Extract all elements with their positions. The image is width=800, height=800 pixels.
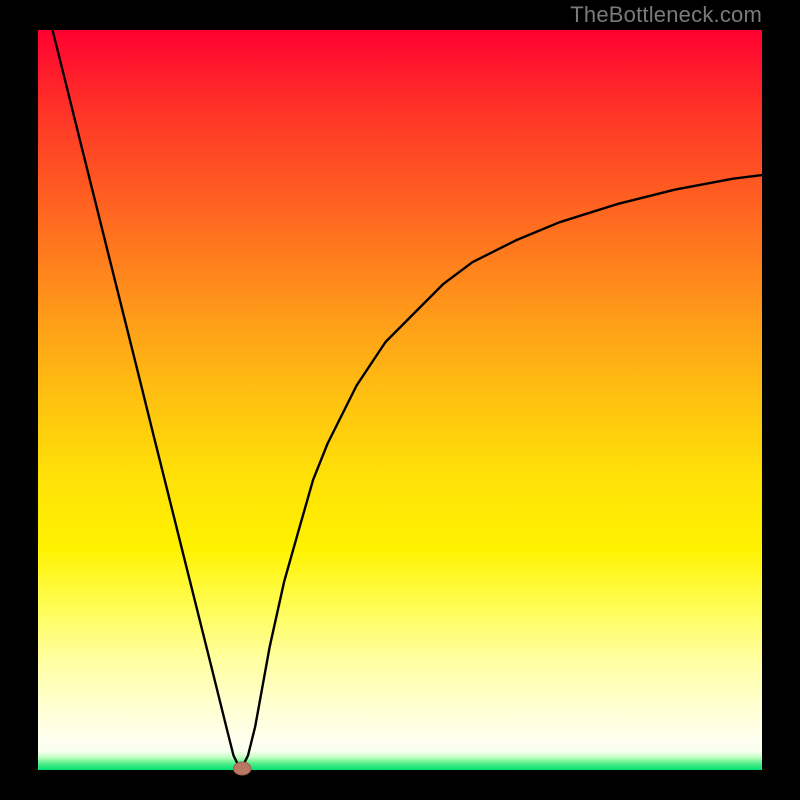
bottleneck-curve-path [53, 30, 763, 770]
chart-svg [0, 0, 800, 800]
chart-frame: TheBottleneck.com [0, 0, 800, 800]
min-marker [234, 762, 251, 775]
